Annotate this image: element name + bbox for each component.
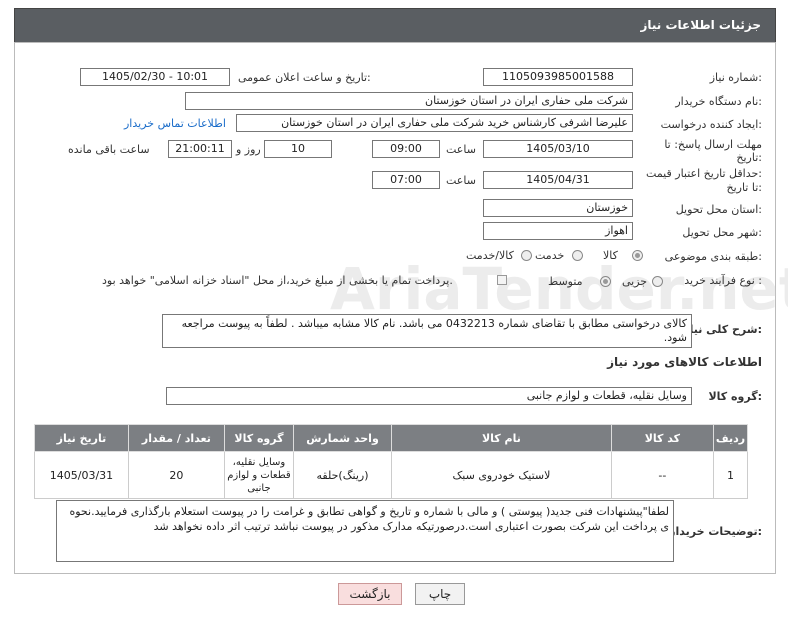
page-title: جزئیات اطلاعات نیاز bbox=[640, 18, 761, 32]
deadline-time-label: ساعت bbox=[446, 143, 476, 156]
goods-group-label: گروه کالا: bbox=[708, 390, 762, 403]
province-label: استان محل تحویل: bbox=[675, 203, 762, 216]
category-service-radio[interactable] bbox=[572, 250, 583, 261]
validity-label: حداقل تاریخ اعتبار قیمت: bbox=[646, 167, 762, 180]
deadline-label-2: تاریخ: bbox=[736, 151, 762, 164]
creator-label: ایجاد کننده درخواست: bbox=[660, 118, 762, 131]
validity-time-label: ساعت bbox=[446, 174, 476, 187]
summary-label: شرح کلی نیاز: bbox=[683, 323, 762, 336]
col-name: نام کالا bbox=[391, 424, 612, 452]
goods-group-field[interactable]: وسایل نقلیه، قطعات و لوازم جانبی bbox=[166, 387, 692, 405]
need-number-field[interactable]: 1105093985001588 bbox=[483, 68, 633, 86]
col-qty: تعداد / مقدار bbox=[127, 424, 225, 452]
payment-note: پرداخت تمام یا بخشی از مبلغ خرید،از محل … bbox=[102, 274, 453, 287]
deadline-time-field[interactable]: 09:00 bbox=[372, 140, 440, 158]
remaining-time-field[interactable]: 21:00:11 bbox=[168, 140, 232, 158]
col-date: تاریخ نیاز bbox=[34, 424, 129, 452]
city-label: شهر محل تحویل: bbox=[682, 226, 762, 239]
col-row: ردیف bbox=[712, 424, 749, 452]
cell-qty: 20 bbox=[127, 451, 225, 499]
category-both-radio[interactable] bbox=[521, 250, 532, 261]
watermark: AriaTender.net bbox=[330, 255, 788, 323]
buyer-org-field[interactable]: شرکت ملی حفاری ایران در استان خوزستان bbox=[185, 92, 633, 110]
summary-field[interactable]: کالای درخواستی مطابق با تقاضای شماره 043… bbox=[162, 314, 692, 348]
process-medium-radio[interactable] bbox=[600, 276, 611, 287]
buyer-contact-link[interactable]: اطلاعات تماس خریدار bbox=[124, 117, 226, 130]
table-row[interactable]: 1 -- لاستیک خودروی سبک (رینگ)حلقه وسایل … bbox=[34, 451, 749, 499]
page-header: جزئیات اطلاعات نیاز bbox=[14, 8, 776, 44]
announce-datetime-field[interactable]: 1405/02/30 - 10:01 bbox=[80, 68, 230, 86]
process-minor-label: جزیی bbox=[622, 275, 648, 288]
cell-code: -- bbox=[610, 451, 714, 499]
creator-field[interactable]: علیرضا اشرفی کارشناس خرید شرکت ملی حفاری… bbox=[236, 114, 633, 132]
announce-label: تاریخ و ساعت اعلان عمومی: bbox=[238, 71, 371, 84]
process-label: نوع فرآیند خرید : bbox=[684, 274, 762, 287]
days-remaining-field[interactable]: 10 bbox=[264, 140, 332, 158]
buyer-notes-label: توضیحات خریدار: bbox=[669, 525, 762, 538]
col-unit: واحد شمارش bbox=[293, 424, 393, 452]
cell-name: لاستیک خودروی سبک bbox=[391, 451, 612, 499]
cell-unit: (رینگ)حلقه bbox=[293, 451, 393, 499]
back-button[interactable]: بازگشت bbox=[338, 583, 402, 605]
print-button[interactable]: چاپ bbox=[415, 583, 465, 605]
validity-label-2: تا تاریخ: bbox=[726, 181, 762, 194]
col-group: گروه کالا bbox=[223, 424, 295, 452]
province-field[interactable]: خوزستان bbox=[483, 199, 633, 217]
days-label: روز و bbox=[236, 143, 261, 156]
need-number-label: شماره نیاز: bbox=[709, 71, 762, 84]
validity-date-field[interactable]: 1405/04/31 bbox=[483, 171, 633, 189]
category-goods-label: کالا bbox=[603, 249, 618, 262]
process-minor-radio[interactable] bbox=[652, 276, 663, 287]
deadline-date-field[interactable]: 1405/03/10 bbox=[483, 140, 633, 158]
items-table-wrap: ردیف کد کالا نام کالا واحد شمارش گروه کا… bbox=[34, 424, 749, 499]
category-goods-radio[interactable] bbox=[632, 250, 643, 261]
category-both-label: کالا/خدمت bbox=[466, 249, 514, 262]
buyer-notes-field[interactable]: لطفا"پیشنهادات فنی جدید( پیوستی ) و مالی… bbox=[56, 500, 674, 562]
validity-time-field[interactable]: 07:00 bbox=[372, 171, 440, 189]
deadline-label: مهلت ارسال پاسخ: تا bbox=[664, 138, 762, 151]
remaining-time-label: ساعت باقی مانده bbox=[68, 143, 150, 156]
cell-group: وسایل نقلیه، قطعات و لوازم جانبی bbox=[223, 451, 295, 499]
buyer-org-label: نام دستگاه خریدار: bbox=[675, 95, 762, 108]
category-label: طبقه بندی موضوعی: bbox=[664, 250, 762, 263]
items-table: ردیف کد کالا نام کالا واحد شمارش گروه کا… bbox=[34, 424, 749, 499]
cell-date: 1405/03/31 bbox=[34, 451, 129, 499]
cell-row: 1 bbox=[712, 451, 749, 499]
goods-info-title: اطلاعات کالاهای مورد نیاز bbox=[607, 355, 762, 369]
category-service-label: خدمت bbox=[535, 249, 565, 262]
col-code: کد کالا bbox=[610, 424, 714, 452]
process-medium-label: متوسط bbox=[548, 275, 583, 288]
city-field[interactable]: اهواز bbox=[483, 222, 633, 240]
treasury-checkbox[interactable] bbox=[497, 275, 507, 285]
